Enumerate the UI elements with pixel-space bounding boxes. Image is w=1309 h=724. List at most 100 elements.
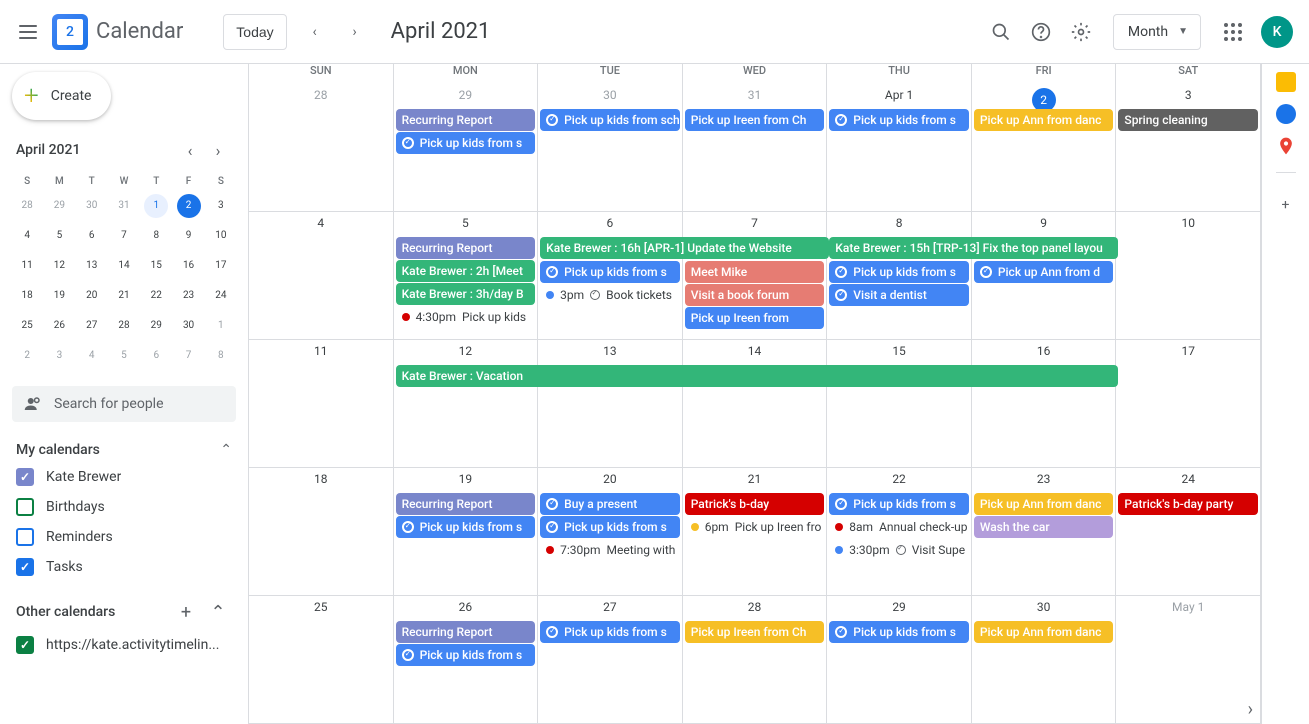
calendar-checkbox[interactable] <box>16 498 34 516</box>
day-cell[interactable]: May 1 <box>1116 596 1261 723</box>
mini-day-cell[interactable]: 17 <box>209 254 233 278</box>
day-cell[interactable]: 10 <box>1116 212 1261 339</box>
event-chip[interactable]: Pick up Ann from d <box>974 261 1114 283</box>
day-cell[interactable]: 30Pick up kids from scho <box>538 84 683 211</box>
mini-day-cell[interactable]: 15 <box>144 254 168 278</box>
event-chip[interactable]: Pick up kids from s <box>540 261 680 283</box>
event-chip[interactable]: Pick up kids from s <box>540 621 680 643</box>
mini-day-cell[interactable]: 2 <box>177 194 201 218</box>
calendar-item[interactable]: Reminders <box>12 522 236 552</box>
event-chip[interactable]: Pick up kids from s <box>829 621 969 643</box>
mini-day-cell[interactable]: 23 <box>177 284 201 308</box>
day-cell[interactable]: 17 <box>1116 340 1261 467</box>
day-cell[interactable]: 23Pick up Ann from dancWash the car <box>972 468 1117 595</box>
mini-day-cell[interactable]: 26 <box>47 314 71 338</box>
day-cell[interactable]: 26Recurring ReportPick up kids from s <box>394 596 539 723</box>
event-chip[interactable]: Pick up kids from s <box>396 516 536 538</box>
mini-day-cell[interactable]: 11 <box>15 254 39 278</box>
event-chip[interactable]: Recurring Report <box>396 237 536 259</box>
prev-period-button[interactable]: ‹ <box>295 12 335 52</box>
day-cell[interactable]: 21Patrick's b-day6pmPick up Ireen fro <box>683 468 828 595</box>
mini-day-cell[interactable]: 16 <box>177 254 201 278</box>
mini-day-cell[interactable]: 10 <box>209 224 233 248</box>
event-chip[interactable]: Patrick's b-day party <box>1118 493 1258 515</box>
app-logo[interactable]: 2 Calendar <box>52 14 183 50</box>
mini-day-cell[interactable]: 31 <box>112 194 136 218</box>
search-people-input[interactable]: Search for people <box>12 386 236 422</box>
calendar-item[interactable]: https://kate.activitytimelin... <box>12 630 236 660</box>
event-chip[interactable]: Meet Mike <box>685 261 825 283</box>
mini-day-cell[interactable]: 9 <box>177 224 201 248</box>
day-cell[interactable]: 7Meet MikeVisit a book forumPick up Iree… <box>683 212 828 339</box>
timed-event[interactable]: 3pmBook tickets <box>540 284 680 306</box>
day-cell[interactable]: 30Pick up Ann from danc <box>972 596 1117 723</box>
event-chip[interactable]: Pick up Ireen from Ch <box>685 621 825 643</box>
event-chip[interactable]: Wash the car <box>974 516 1114 538</box>
calendar-item[interactable]: Tasks <box>12 552 236 582</box>
day-cell[interactable]: 25 <box>249 596 394 723</box>
day-cell[interactable]: 27Pick up kids from s <box>538 596 683 723</box>
keep-icon[interactable] <box>1276 72 1296 92</box>
settings-button[interactable] <box>1061 12 1101 52</box>
calendar-item[interactable]: Kate Brewer <box>12 462 236 492</box>
today-button[interactable]: Today <box>223 14 286 50</box>
calendar-checkbox[interactable] <box>16 528 34 546</box>
calendar-item[interactable]: Birthdays <box>12 492 236 522</box>
mini-day-cell[interactable]: 18 <box>15 284 39 308</box>
support-button[interactable] <box>1021 12 1061 52</box>
event-chip[interactable]: Pick up Ireen from Ch <box>685 109 825 131</box>
mini-day-cell[interactable]: 7 <box>112 224 136 248</box>
event-chip[interactable]: Pick up Ireen from <box>685 307 825 329</box>
timed-event[interactable]: 7:30pmMeeting with <box>540 539 680 561</box>
day-cell[interactable]: 4 <box>249 212 394 339</box>
day-cell[interactable]: 19Recurring ReportPick up kids from s <box>394 468 539 595</box>
mini-day-cell[interactable]: 8 <box>209 344 233 368</box>
main-menu-button[interactable] <box>8 12 48 52</box>
day-cell[interactable]: 8Pick up kids from sVisit a dentist <box>827 212 972 339</box>
mini-day-cell[interactable]: 12 <box>47 254 71 278</box>
multi-day-event[interactable]: Kate Brewer : Vacation <box>396 365 1119 387</box>
calendar-checkbox[interactable] <box>16 636 34 654</box>
day-cell[interactable]: 13 <box>538 340 683 467</box>
day-cell[interactable]: 29Pick up kids from s <box>827 596 972 723</box>
day-cell[interactable]: 28Pick up Ireen from Ch <box>683 596 828 723</box>
day-cell[interactable]: 2Pick up Ann from danc <box>972 84 1117 211</box>
day-cell[interactable]: 16 <box>972 340 1117 467</box>
account-avatar[interactable]: K <box>1261 16 1293 48</box>
get-addons-button[interactable]: + <box>1270 189 1302 221</box>
event-chip[interactable]: Pick up kids from s <box>829 493 969 515</box>
mini-day-cell[interactable]: 1 <box>209 314 233 338</box>
day-cell[interactable]: 3Spring cleaning <box>1116 84 1261 211</box>
other-calendars-toggle[interactable]: Other calendars + ⌃ <box>12 594 236 630</box>
timed-event[interactable]: 6pmPick up Ireen fro <box>685 516 825 538</box>
event-chip[interactable]: Pick up kids from s <box>396 132 536 154</box>
mini-day-cell[interactable]: 5 <box>112 344 136 368</box>
day-cell[interactable]: 6Pick up kids from s3pmBook tickets <box>538 212 683 339</box>
timed-event[interactable]: 3:30pmVisit Supe <box>829 539 969 561</box>
mini-day-cell[interactable]: 30 <box>177 314 201 338</box>
day-cell[interactable]: 11 <box>249 340 394 467</box>
event-chip[interactable]: Pick up kids from scho <box>540 109 680 131</box>
event-chip[interactable]: Recurring Report <box>396 493 536 515</box>
event-chip[interactable]: Patrick's b-day <box>685 493 825 515</box>
mini-day-cell[interactable]: 28 <box>15 194 39 218</box>
google-apps-button[interactable] <box>1213 12 1253 52</box>
day-cell[interactable]: 24Patrick's b-day party <box>1116 468 1261 595</box>
day-cell[interactable]: 18 <box>249 468 394 595</box>
day-cell[interactable]: 31Pick up Ireen from Ch <box>683 84 828 211</box>
calendar-checkbox[interactable] <box>16 468 34 486</box>
mini-prev-button[interactable]: ‹ <box>176 136 204 164</box>
day-cell[interactable]: 9Pick up Ann from d <box>972 212 1117 339</box>
mini-day-cell[interactable]: 19 <box>47 284 71 308</box>
timed-event[interactable]: 8amAnnual check-up <box>829 516 969 538</box>
mini-day-cell[interactable]: 20 <box>80 284 104 308</box>
multi-day-event[interactable]: Kate Brewer : 15h [TRP-13] Fix the top p… <box>829 237 1118 259</box>
create-button[interactable]: + Create <box>12 72 111 120</box>
day-cell[interactable]: 28 <box>249 84 394 211</box>
mini-day-cell[interactable]: 6 <box>80 224 104 248</box>
mini-day-cell[interactable]: 8 <box>144 224 168 248</box>
event-chip[interactable]: Pick up Ann from danc <box>974 621 1114 643</box>
mini-day-cell[interactable]: 3 <box>209 194 233 218</box>
day-cell[interactable]: 20Buy a presentPick up kids from s7:30pm… <box>538 468 683 595</box>
event-chip[interactable]: Pick up kids from s <box>540 516 680 538</box>
